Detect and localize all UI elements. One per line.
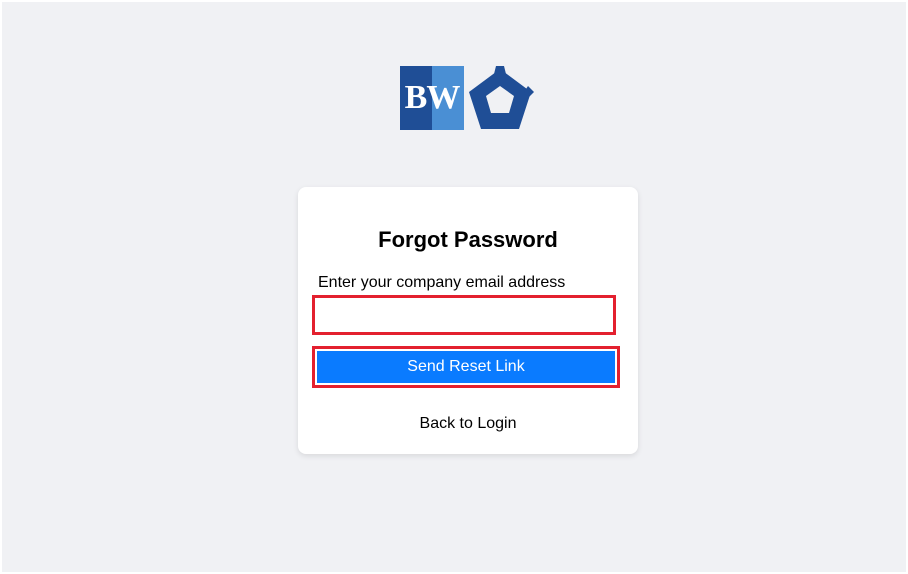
- company-logo: BW: [400, 66, 536, 132]
- pentagon-ring-icon: [469, 66, 534, 129]
- email-field[interactable]: [312, 295, 616, 335]
- send-reset-link-button[interactable]: Send Reset Link: [317, 351, 615, 383]
- email-label: Enter your company email address: [318, 274, 566, 291]
- forgot-password-card: Forgot Password Enter your company email…: [298, 187, 638, 454]
- page-background: BW Forgot Password Enter your company em…: [2, 2, 906, 572]
- logo-bw-text: BW: [404, 79, 461, 116]
- send-button-highlight: Send Reset Link: [312, 346, 620, 388]
- back-to-login-link[interactable]: Back to Login: [298, 415, 638, 433]
- page-title: Forgot Password: [378, 227, 558, 252]
